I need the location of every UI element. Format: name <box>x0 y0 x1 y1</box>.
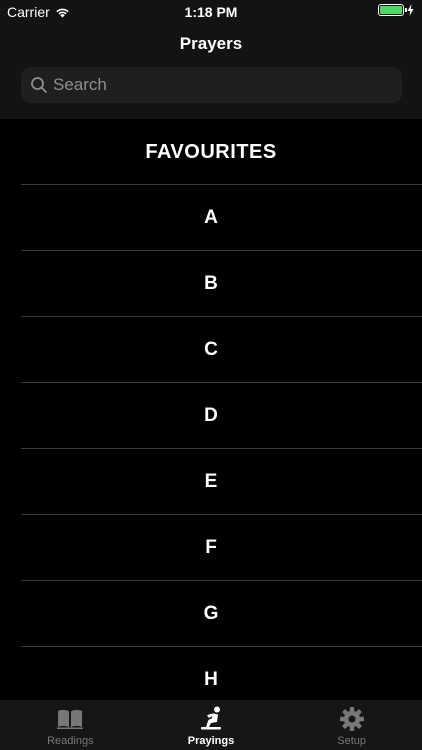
tab-setup[interactable]: Setup <box>281 700 422 750</box>
letter-label: F <box>205 537 217 558</box>
letter-label: C <box>204 339 218 360</box>
tab-prayings[interactable]: Prayings <box>141 700 282 750</box>
status-right <box>378 4 414 16</box>
letter-label: A <box>204 207 218 228</box>
tab-bar: Readings Prayings Setup <box>0 700 422 750</box>
tab-label: Prayings <box>187 735 235 747</box>
search-icon <box>31 77 47 93</box>
list-item[interactable]: G <box>0 581 422 647</box>
status-bar: Carrier 1:18 PM <box>0 0 422 22</box>
letter-label: G <box>203 603 219 624</box>
list-item[interactable]: D <box>0 383 422 449</box>
list-item[interactable]: H <box>0 647 422 700</box>
list-item[interactable]: E <box>0 449 422 515</box>
search-input[interactable] <box>53 75 383 95</box>
favourites-label: FAVOURITES <box>145 140 277 163</box>
letter-label: H <box>204 669 218 690</box>
page-title: Prayers <box>179 34 243 53</box>
battery-level <box>380 6 402 14</box>
charging-bolt-icon <box>407 4 414 16</box>
search-bar[interactable] <box>21 67 402 103</box>
navigation-bar: Prayers <box>0 22 422 119</box>
clock: 1:18 PM <box>184 4 238 20</box>
praying-icon <box>201 706 221 730</box>
tab-label: Setup <box>337 735 367 747</box>
battery-icon <box>378 4 407 16</box>
book-icon <box>57 709 84 729</box>
letter-label: E <box>204 471 218 492</box>
tab-readings[interactable]: Readings <box>0 700 141 750</box>
list-item-favourites[interactable]: FAVOURITES <box>0 119 422 185</box>
tab-label: Readings <box>47 735 94 747</box>
letter-label: D <box>204 405 218 426</box>
prayer-index-list[interactable]: FAVOURITES A B C D E F G H <box>0 119 422 700</box>
list-item[interactable]: F <box>0 515 422 581</box>
list-item[interactable]: B <box>0 251 422 317</box>
list-item[interactable]: C <box>0 317 422 383</box>
gear-icon <box>339 707 364 731</box>
letter-label: B <box>204 273 218 294</box>
list-item[interactable]: A <box>0 185 422 251</box>
